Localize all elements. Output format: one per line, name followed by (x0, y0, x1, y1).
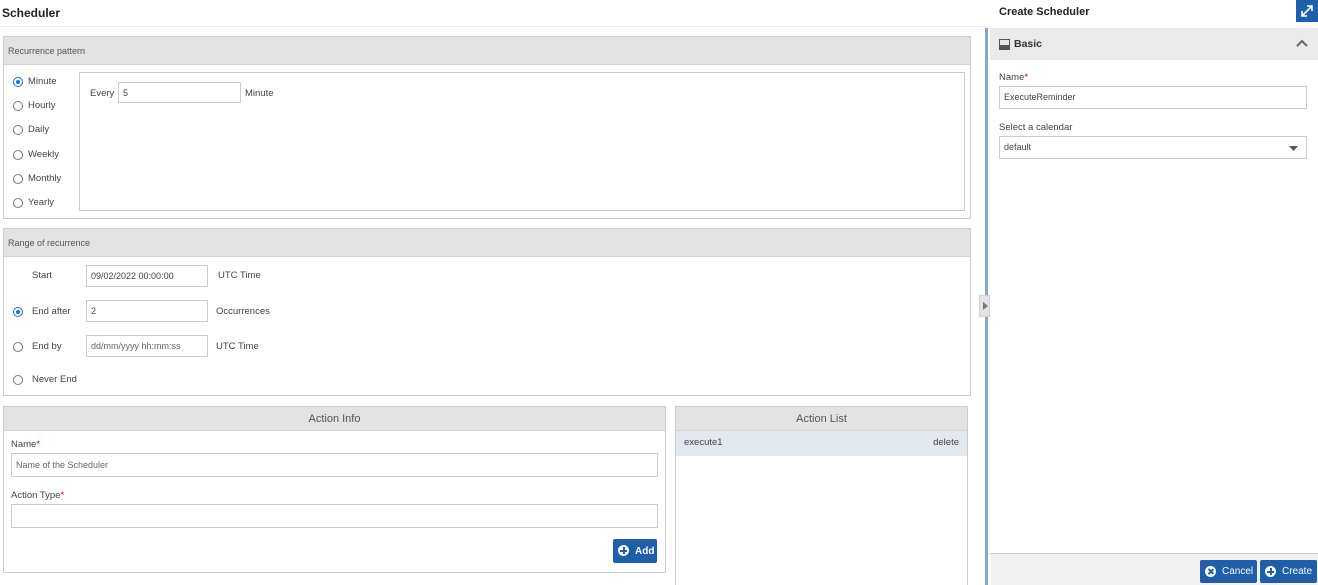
recurrence-pattern-title: Recurrence pattern (8, 46, 86, 56)
chevron-up-icon[interactable] (1296, 39, 1308, 48)
radio-monthly-label[interactable]: Monthly (28, 173, 61, 184)
basic-section-header[interactable]: Basic (990, 28, 1318, 60)
end-after-unit-label: Occurrences (216, 306, 270, 317)
calendar-selected-value: default (1004, 142, 1032, 152)
radio-weekly-label[interactable]: Weekly (28, 149, 59, 160)
radio-monthly[interactable] (13, 174, 23, 184)
radio-yearly-label[interactable]: Yearly (28, 197, 54, 208)
end-by-input[interactable]: dd/mm/yyyy hh:mm:ss (86, 335, 208, 357)
action-info-panel: Action Info Name* Name of the Scheduler … (3, 406, 666, 573)
basic-section-title: Basic (1014, 38, 1043, 50)
radio-minute-label[interactable]: Minute (28, 76, 57, 87)
expand-icon (1301, 5, 1313, 17)
every-unit-label: Minute (245, 88, 274, 99)
list-item-name: execute1 (684, 437, 723, 448)
required-marker: * (36, 439, 41, 450)
action-name-input[interactable]: Name of the Scheduler (11, 453, 658, 477)
every-label: Every (90, 88, 115, 99)
action-list-header: Action List (676, 407, 967, 431)
action-name-label: Name* (11, 439, 41, 450)
create-button[interactable]: Create (1260, 560, 1317, 583)
every-input[interactable]: 5 (118, 82, 241, 103)
radio-hourly[interactable] (13, 101, 23, 111)
radio-daily[interactable] (13, 125, 23, 135)
radio-yearly[interactable] (13, 198, 23, 208)
radio-daily-label[interactable]: Daily (28, 124, 49, 135)
calendar-select[interactable]: default (999, 136, 1307, 159)
end-after-input[interactable]: 2 (86, 300, 208, 322)
add-icon (618, 545, 629, 556)
create-button-label: Create (1282, 566, 1313, 577)
end-by-unit-label: UTC Time (216, 341, 259, 352)
page-title: Scheduler (2, 6, 61, 20)
create-panel-title: Create Scheduler (999, 6, 1090, 18)
start-unit-label: UTC Time (218, 270, 261, 281)
scheduler-name-label: Name* (999, 72, 1029, 83)
collapse-arrow-icon[interactable] (979, 295, 990, 317)
cancel-button[interactable]: Cancel (1200, 560, 1257, 583)
footer-bar: Cancel Create (990, 553, 1318, 585)
required-marker: * (1024, 72, 1029, 83)
radio-never-end[interactable] (13, 375, 23, 385)
recurrence-detail-box: Every 5 Minute (79, 72, 965, 211)
list-item[interactable]: execute1 delete (676, 431, 967, 456)
radio-weekly[interactable] (13, 150, 23, 160)
required-marker: * (60, 490, 65, 501)
start-label: Start (32, 270, 53, 281)
add-button-label: Add (635, 546, 655, 557)
radio-hourly-label[interactable]: Hourly (28, 100, 55, 111)
radio-end-by[interactable] (13, 342, 23, 352)
range-of-recurrence-header: Range of recurrence (4, 229, 970, 257)
cancel-button-label: Cancel (1222, 566, 1254, 577)
recurrence-pattern-panel: Recurrence pattern Minute Hourly Daily W… (3, 36, 971, 219)
radio-end-after[interactable] (13, 307, 23, 317)
delete-link[interactable]: delete (933, 437, 959, 448)
expand-button[interactable] (1296, 0, 1318, 22)
header-divider (0, 26, 988, 27)
add-button[interactable]: Add (613, 539, 657, 563)
action-list-panel: Action List execute1 delete (675, 406, 968, 585)
recurrence-pattern-header: Recurrence pattern (4, 37, 970, 65)
end-by-label[interactable]: End by (32, 341, 62, 352)
action-info-header: Action Info (4, 407, 665, 431)
action-type-input[interactable] (11, 504, 658, 528)
create-scheduler-pane: Create Scheduler Basic Name* ExecuteRemi… (990, 0, 1318, 585)
calendar-label: Select a calendar (999, 122, 1073, 133)
cancel-icon (1205, 566, 1216, 577)
range-of-recurrence-panel: Range of recurrence Start 09/02/2022 00:… (3, 228, 971, 396)
never-end-label[interactable]: Never End (32, 374, 77, 385)
chevron-down-icon (1289, 146, 1298, 151)
create-icon (1265, 566, 1276, 577)
action-type-label: Action Type* (11, 490, 65, 501)
action-list-title: Action List (796, 413, 847, 425)
section-icon (999, 39, 1010, 50)
end-after-label[interactable]: End after (32, 306, 71, 317)
radio-minute[interactable] (13, 77, 23, 87)
scheduler-name-input[interactable]: ExecuteReminder (999, 86, 1307, 109)
start-input[interactable]: 09/02/2022 00:00:00 (86, 265, 208, 287)
range-of-recurrence-title: Range of recurrence (8, 238, 91, 248)
action-info-title: Action Info (308, 413, 361, 425)
